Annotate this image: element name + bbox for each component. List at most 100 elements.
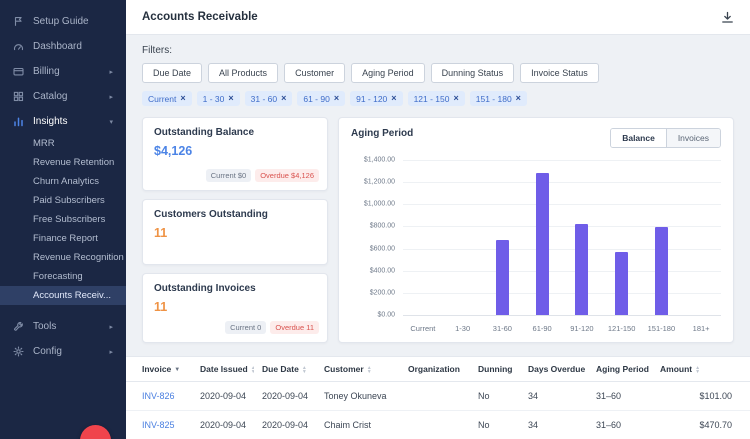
messenger-bubble[interactable] <box>80 425 111 439</box>
remove-chip-icon[interactable]: × <box>391 94 396 103</box>
bar-31-60[interactable] <box>496 240 509 315</box>
bar-121-150[interactable] <box>615 252 628 315</box>
table-body: INV-8262020-09-042020-09-04Toney Okuneva… <box>126 382 750 439</box>
card-outstanding-balance: Outstanding Balance$4,126Current $0Overd… <box>142 117 328 191</box>
x-axis-label: 121-150 <box>602 324 642 333</box>
y-axis-label: $1,200.00 <box>364 179 395 186</box>
column-header-due-date[interactable]: Due Date▲▼ <box>254 357 316 382</box>
remove-chip-icon[interactable]: × <box>180 94 185 103</box>
sidebar-item-revenue-recognition[interactable]: Revenue Recognition <box>0 248 126 267</box>
sidebar-item-label: Billing <box>33 66 60 77</box>
bar-91-120[interactable] <box>575 224 588 315</box>
filter-button-customer[interactable]: Customer <box>284 63 345 83</box>
column-header-organization: Organization <box>400 357 470 382</box>
remove-chip-icon[interactable]: × <box>228 94 233 103</box>
filter-chip-61-90: 61 - 90 × <box>297 91 345 106</box>
bar-151-180[interactable] <box>655 227 668 315</box>
bar-slot <box>483 160 523 315</box>
chevron-right-icon: ▸ <box>109 68 113 76</box>
bar-slot <box>403 160 443 315</box>
sidebar-item-accounts-receiv[interactable]: Accounts Receiv... <box>0 286 126 305</box>
sidebar-item-label: Tools <box>33 321 56 332</box>
sidebar-item-dashboard[interactable]: Dashboard <box>0 34 126 59</box>
remove-chip-icon[interactable]: × <box>334 94 339 103</box>
column-header-customer[interactable]: Customer▲▼ <box>316 357 400 382</box>
card-customers-outstanding: Customers Outstanding11 <box>142 199 328 265</box>
table-header-row: Invoice▼Date Issued▲▼Due Date▲▼Customer▲… <box>126 357 750 382</box>
sidebar-item-insights[interactable]: Insights▾ <box>0 109 126 134</box>
dashboard-icon <box>13 41 25 52</box>
remove-chip-icon[interactable]: × <box>516 94 521 103</box>
filter-chips: Current×1 - 30×31 - 60×61 - 90×91 - 120×… <box>142 91 734 106</box>
chip-label: 151 - 180 <box>476 94 512 104</box>
cell: 34 <box>520 411 588 439</box>
remove-chip-icon[interactable]: × <box>453 94 458 103</box>
invoice-link[interactable]: INV-826 <box>142 391 175 401</box>
aging-period-card: Aging Period BalanceInvoices $1,400.00$1… <box>338 117 734 343</box>
app: Setup GuideDashboardBilling▸Catalog▸Insi… <box>0 0 750 439</box>
sidebar-item-mrr[interactable]: MRR <box>0 134 126 153</box>
main-content: Accounts Receivable Filters: Due DateAll… <box>126 0 750 439</box>
sidebar-item-label: Insights <box>33 116 67 127</box>
toggle-balance[interactable]: Balance <box>611 129 666 147</box>
y-axis-label: $200.00 <box>370 289 395 296</box>
toggle-invoices[interactable]: Invoices <box>666 129 720 147</box>
sidebar-item-paid-subscribers[interactable]: Paid Subscribers <box>0 191 126 210</box>
sidebar-item-free-subscribers[interactable]: Free Subscribers <box>0 210 126 229</box>
sidebar-item-churn-analytics[interactable]: Churn Analytics <box>0 172 126 191</box>
filter-button-due-date[interactable]: Due Date <box>142 63 202 83</box>
column-header-date-issued[interactable]: Date Issued▲▼ <box>192 357 254 382</box>
chevron-right-icon: ▸ <box>109 93 113 101</box>
filter-button-aging-period[interactable]: Aging Period <box>351 63 425 83</box>
sidebar-item-forecasting[interactable]: Forecasting <box>0 267 126 286</box>
sidebar-item-setup-guide[interactable]: Setup Guide <box>0 9 126 34</box>
x-axis-label: Current <box>403 324 443 333</box>
column-header-aging-period[interactable]: Aging Period▲▼ <box>588 357 652 382</box>
filter-button-invoice-status[interactable]: Invoice Status <box>520 63 599 83</box>
summary-cards: Outstanding Balance$4,126Current $0Overd… <box>142 117 328 343</box>
bar-61-90[interactable] <box>536 173 549 315</box>
invoice-cell: INV-826 <box>126 382 192 411</box>
column-label: Invoice <box>142 364 171 374</box>
invoices-table-section: Invoice▼Date Issued▲▼Due Date▲▼Customer▲… <box>126 356 750 439</box>
table-row: INV-8252020-09-042020-09-04Chaim CristNo… <box>126 411 750 439</box>
sidebar-item-revenue-retention[interactable]: Revenue Retention <box>0 153 126 172</box>
topbar: Accounts Receivable <box>126 0 750 35</box>
column-header-amount[interactable]: Amount▲▼ <box>652 357 750 382</box>
filter-buttons: Due Date All Products Customer Aging Period… <box>142 63 734 83</box>
card-title: Outstanding Invoices <box>154 283 316 294</box>
column-header-days-overdue[interactable]: Days Overdue▲▼ <box>520 357 588 382</box>
config-icon <box>13 346 25 357</box>
column-header-invoice[interactable]: Invoice▼ <box>126 357 192 382</box>
sort-icon: ▲▼ <box>302 366 307 374</box>
chart-header: Aging Period BalanceInvoices <box>351 128 721 148</box>
sidebar-item-tools[interactable]: Tools ▸ <box>0 314 126 339</box>
sidebar-item-finance-report[interactable]: Finance Report <box>0 229 126 248</box>
x-axis-label: 31-60 <box>483 324 523 333</box>
sort-icon: ▲▼ <box>251 366 254 374</box>
download-icon[interactable] <box>721 11 734 24</box>
cell <box>400 382 470 411</box>
bar-chart: $1,400.00$1,200.00$1,000.00$800.00$600.0… <box>351 160 721 315</box>
invoice-link[interactable]: INV-825 <box>142 420 175 430</box>
card-title: Outstanding Balance <box>154 127 316 138</box>
filter-chip-31-60: 31 - 60× <box>245 91 293 106</box>
column-label: Aging Period <box>596 364 649 374</box>
filter-button-all-products[interactable]: All Products <box>208 63 278 83</box>
filter-button-dunning-status[interactable]: Dunning Status <box>431 63 515 83</box>
sidebar-item-billing[interactable]: Billing ▸ <box>0 59 126 84</box>
column-label: Dunning <box>478 364 512 374</box>
bar-slot <box>443 160 483 315</box>
card-badges: Current 0Overdue 11 <box>225 321 319 334</box>
remove-chip-icon[interactable]: × <box>281 94 286 103</box>
sort-icon: ▲▼ <box>367 366 372 374</box>
chevron-right-icon: ▸ <box>109 323 113 331</box>
badge-overdue-11: Overdue 11 <box>270 321 319 334</box>
sidebar-item-catalog[interactable]: Catalog▸ <box>0 84 126 109</box>
column-label: Due Date <box>262 364 299 374</box>
cell: Toney Okuneva <box>316 382 400 411</box>
cell: 31–60 <box>588 411 652 439</box>
card-outstanding-invoices: Outstanding Invoices11Current 0Overdue 1… <box>142 273 328 343</box>
chip-label: 61 - 90 <box>303 94 329 104</box>
sidebar-item-config[interactable]: Config▸ <box>0 339 126 364</box>
